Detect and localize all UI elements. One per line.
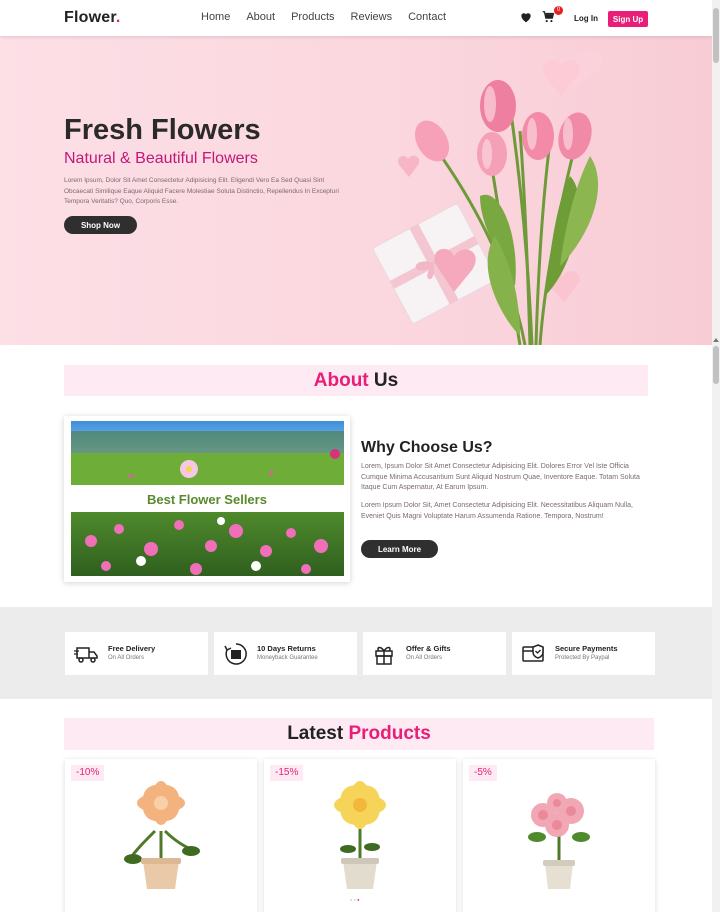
feature-title: 10 Days Returns bbox=[257, 644, 316, 653]
scrollbar-thumb[interactable] bbox=[713, 8, 719, 63]
navbar: Flower. Home About Products Reviews Cont… bbox=[0, 0, 712, 36]
pink-roses-pot-image bbox=[528, 793, 590, 889]
product-card[interactable]: -15% ● ● ● bbox=[264, 759, 456, 912]
secure-card-icon bbox=[522, 644, 544, 662]
heart-icon[interactable] bbox=[519, 10, 533, 24]
nav-link-home[interactable]: Home bbox=[201, 11, 230, 23]
about-heading: About Us bbox=[64, 365, 648, 396]
return-box-icon bbox=[224, 643, 247, 665]
cart-button[interactable]: 0 bbox=[541, 6, 563, 24]
about-image-card: Best Flower Sellers bbox=[64, 416, 350, 582]
about-heading-highlight: About bbox=[313, 370, 369, 391]
why-choose-paragraph-1: Lorem, Ipsum Dolor Sit Amet Consectetur … bbox=[361, 463, 640, 491]
nav-link-products[interactable]: Products bbox=[291, 11, 334, 23]
hero-subtitle: Natural & Beautiful Flowers bbox=[64, 150, 258, 167]
nav-icons: 0 bbox=[519, 6, 563, 24]
feature-returns: 10 Days Returns Moneyback Guarantee bbox=[214, 632, 357, 675]
yellow-dahlia-pot-image bbox=[334, 781, 386, 889]
nav-link-contact[interactable]: Contact bbox=[408, 11, 446, 23]
feature-offers-gifts: Offer & Gifts On All Orders bbox=[363, 632, 506, 675]
hero-title: Fresh Flowers bbox=[64, 114, 261, 146]
feature-subtitle: On All Orders bbox=[406, 655, 443, 661]
products-heading-banner: Latest Products bbox=[64, 718, 654, 750]
features-section: Free Delivery On All Orders 10 Days Retu… bbox=[0, 607, 712, 699]
nav-link-reviews[interactable]: Reviews bbox=[351, 11, 393, 23]
about-heading-rest: Us bbox=[373, 370, 399, 391]
feature-subtitle: Moneyback Guarantee bbox=[257, 655, 318, 661]
feature-subtitle: On All Orders bbox=[108, 655, 145, 661]
cart-count-badge: 0 bbox=[554, 6, 563, 15]
peach-dahlia-pot-image bbox=[124, 781, 200, 889]
logo[interactable]: Flower. bbox=[64, 9, 121, 27]
logo-text: Flower bbox=[64, 9, 116, 26]
about-heading-banner: About Us bbox=[64, 365, 648, 396]
scrollbar[interactable] bbox=[712, 0, 720, 912]
logo-dot: . bbox=[115, 9, 121, 26]
why-choose-paragraph-2: Lorem Ipsum Dolor Sit, Amet Consectetur … bbox=[361, 502, 633, 520]
feature-free-delivery: Free Delivery On All Orders bbox=[65, 632, 208, 675]
discount-badge: -5% bbox=[469, 765, 497, 781]
hero-description: Lorem Ipsum, Dolor Sit Amet Consectetur … bbox=[64, 177, 339, 205]
shop-now-button[interactable]: Shop Now bbox=[64, 216, 137, 234]
inner-scrollbar-thumb[interactable] bbox=[713, 346, 719, 384]
discount-badge: -10% bbox=[71, 765, 105, 781]
tulips-gift-image bbox=[372, 48, 604, 345]
nav-link-about[interactable]: About bbox=[246, 11, 275, 23]
feature-secure-payments: Secure Payments Protected By Paypal bbox=[512, 632, 655, 675]
signup-button[interactable]: Sign Up bbox=[608, 11, 648, 27]
image-caption: Best Flower Sellers bbox=[147, 492, 267, 507]
feature-title: Free Delivery bbox=[108, 644, 156, 653]
products-heading: Latest Products bbox=[64, 718, 654, 750]
carousel-dots[interactable]: ● ● ● bbox=[350, 897, 359, 902]
truck-icon bbox=[74, 647, 98, 663]
products-heading-rest: Latest bbox=[287, 723, 344, 744]
flower-field-image: Best Flower Sellers bbox=[71, 421, 344, 576]
nav-links: Home About Products Reviews Contact bbox=[201, 11, 462, 23]
product-card[interactable]: -10% bbox=[65, 759, 257, 912]
scroll-up-arrow-icon[interactable] bbox=[713, 338, 719, 342]
hero-section: Fresh Flowers Natural & Beautiful Flower… bbox=[0, 36, 712, 345]
gift-icon bbox=[375, 646, 393, 665]
feature-title: Offer & Gifts bbox=[406, 644, 451, 653]
products-heading-highlight: Products bbox=[348, 723, 431, 744]
learn-more-button[interactable]: Learn More bbox=[361, 540, 438, 558]
feature-subtitle: Protected By Paypal bbox=[555, 655, 610, 661]
feature-title: Secure Payments bbox=[555, 644, 618, 653]
product-card[interactable]: -5% bbox=[463, 759, 655, 912]
discount-badge: -15% bbox=[270, 765, 304, 781]
login-link[interactable]: Log In bbox=[574, 14, 598, 23]
why-choose-title: Why Choose Us? bbox=[361, 439, 493, 456]
